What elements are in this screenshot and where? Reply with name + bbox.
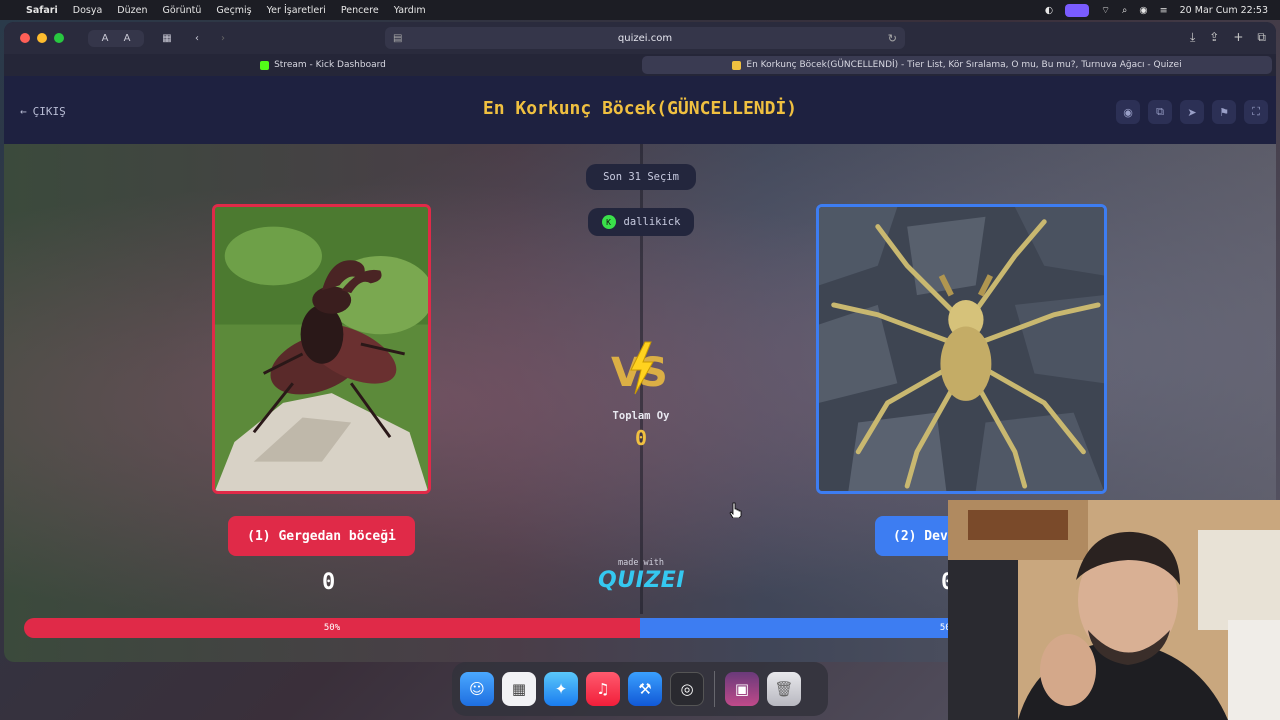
- new-tab-icon[interactable]: +: [1233, 30, 1243, 45]
- toolbar-actions: ⤓ ⇪ + ⧉: [1190, 30, 1266, 45]
- streamer-badge[interactable]: K dallikick: [588, 208, 694, 236]
- tab-label: En Korkunç Böcek(GÜNCELLENDİ) - Tier Lis…: [746, 60, 1182, 70]
- wifi-icon[interactable]: ⌔: [1101, 5, 1110, 16]
- flag-icon[interactable]: ⚑: [1212, 100, 1236, 124]
- menu-edit[interactable]: Düzen: [117, 5, 147, 16]
- vs-icon: V S: [611, 341, 668, 396]
- text-smaller-button[interactable]: A: [96, 33, 114, 44]
- back-icon[interactable]: ‹: [188, 33, 206, 44]
- left-choice-button[interactable]: (1) Gergedan böceği: [228, 516, 415, 556]
- menu-window[interactable]: Pencere: [341, 5, 379, 16]
- address-text: quizei.com: [617, 32, 673, 44]
- zoom-window-button[interactable]: [54, 33, 64, 43]
- launchpad-icon[interactable]: ▦: [502, 672, 536, 706]
- made-with-label: made with: [617, 558, 665, 568]
- header-actions: ◉ ⧉ ➤ ⚑ ⛶: [1116, 100, 1268, 124]
- status-icon[interactable]: ◐: [1045, 5, 1053, 16]
- finder-icon[interactable]: ☺: [460, 672, 494, 706]
- safari-icon[interactable]: ✦: [544, 672, 578, 706]
- forward-icon[interactable]: ›: [214, 33, 232, 44]
- webcam-overlay: [948, 500, 1280, 720]
- close-window-button[interactable]: [20, 33, 30, 43]
- siri-icon[interactable]: ◉: [1139, 5, 1147, 16]
- hand-cursor-icon: [729, 502, 742, 518]
- tab-label: Stream - Kick Dashboard: [274, 60, 386, 70]
- total-votes-value: 0: [634, 426, 648, 450]
- tab-overview-icon[interactable]: ▦: [158, 33, 176, 44]
- quiz-header: ← ÇIKIŞ En Korkunç Böcek(GÜNCELLENDİ) ◉ …: [4, 76, 1276, 144]
- camel-spider-image: [819, 207, 1104, 491]
- dock: ☺ ▦ ✦ ♫ ⚒ ◎ ▣ 🗑: [452, 662, 828, 716]
- tab-kick-dashboard[interactable]: Stream - Kick Dashboard: [8, 56, 638, 74]
- fullscreen-icon[interactable]: ⛶: [1244, 100, 1268, 124]
- menu-app-name[interactable]: Safari: [26, 5, 58, 16]
- trash-icon[interactable]: 🗑: [767, 672, 801, 706]
- menu-history[interactable]: Geçmiş: [216, 5, 251, 16]
- address-bar[interactable]: ▤ quizei.com ↻: [385, 27, 905, 49]
- menu-clock[interactable]: 20 Mar Cum 22:53: [1180, 5, 1268, 16]
- download-icon[interactable]: ⤓: [1190, 30, 1195, 45]
- page-settings-icon[interactable]: ▤: [393, 33, 402, 44]
- webcam-feed-image: [948, 500, 1280, 720]
- menu-file[interactable]: Dosya: [73, 5, 103, 16]
- right-choice-image[interactable]: [816, 204, 1107, 494]
- quizei-logo[interactable]: QUIZEI: [598, 568, 684, 593]
- screen-share-icon[interactable]: [1065, 3, 1090, 17]
- share-icon[interactable]: ⇪: [1209, 30, 1219, 45]
- obs-icon[interactable]: ◎: [670, 672, 704, 706]
- tabs-icon[interactable]: ⧉: [1257, 30, 1266, 45]
- tab-bar: Stream - Kick Dashboard En Korkunç Böcek…: [4, 54, 1276, 76]
- left-choice-image[interactable]: [212, 204, 431, 494]
- stag-beetle-image: [215, 207, 428, 491]
- browser-toolbar: A A ▦ ‹ › ▤ quizei.com ↻ ⤓ ⇪ + ⧉: [4, 22, 1276, 54]
- search-icon[interactable]: ⌕: [1122, 5, 1127, 16]
- dock-separator: [714, 671, 715, 707]
- quiz-title: En Korkunç Böcek(GÜNCELLENDİ): [482, 98, 798, 119]
- round-label: Son 31 Seçim: [603, 171, 679, 183]
- music-icon[interactable]: ♫: [586, 672, 620, 706]
- kick-logo-icon: K: [601, 215, 616, 229]
- minimize-window-button[interactable]: [37, 33, 47, 43]
- text-larger-button[interactable]: A: [118, 33, 136, 44]
- kick-favicon-icon: [260, 60, 270, 70]
- window-controls: [20, 33, 64, 43]
- menu-view[interactable]: Görüntü: [162, 5, 201, 16]
- quizei-favicon-icon: [732, 60, 742, 70]
- menu-bookmarks[interactable]: Yer İşaretleri: [267, 5, 326, 16]
- menu-help[interactable]: Yardım: [394, 5, 426, 16]
- copy-icon[interactable]: ⧉: [1148, 100, 1172, 124]
- send-icon[interactable]: ➤: [1180, 100, 1204, 124]
- round-badge: Son 31 Seçim: [586, 164, 696, 190]
- text-size-controls: A A: [88, 29, 144, 47]
- game-icon[interactable]: ▣: [725, 672, 759, 706]
- left-percent-label: 50%: [323, 623, 341, 633]
- total-votes-label: Toplam Oy: [612, 410, 670, 422]
- tab-quizei[interactable]: En Korkunç Böcek(GÜNCELLENDİ) - Tier Lis…: [642, 56, 1272, 74]
- streamer-name: dallikick: [623, 216, 681, 228]
- left-vote-count: 0: [322, 570, 336, 595]
- eye-icon[interactable]: ◉: [1116, 100, 1140, 124]
- control-center-icon[interactable]: ≡: [1160, 5, 1168, 16]
- xcode-icon[interactable]: ⚒: [628, 672, 662, 706]
- reload-icon[interactable]: ↻: [888, 32, 897, 45]
- left-percent-bar: 50%: [24, 618, 640, 638]
- menu-bar: Safari Dosya Düzen Görüntü Geçmiş Yer İş…: [0, 0, 1280, 20]
